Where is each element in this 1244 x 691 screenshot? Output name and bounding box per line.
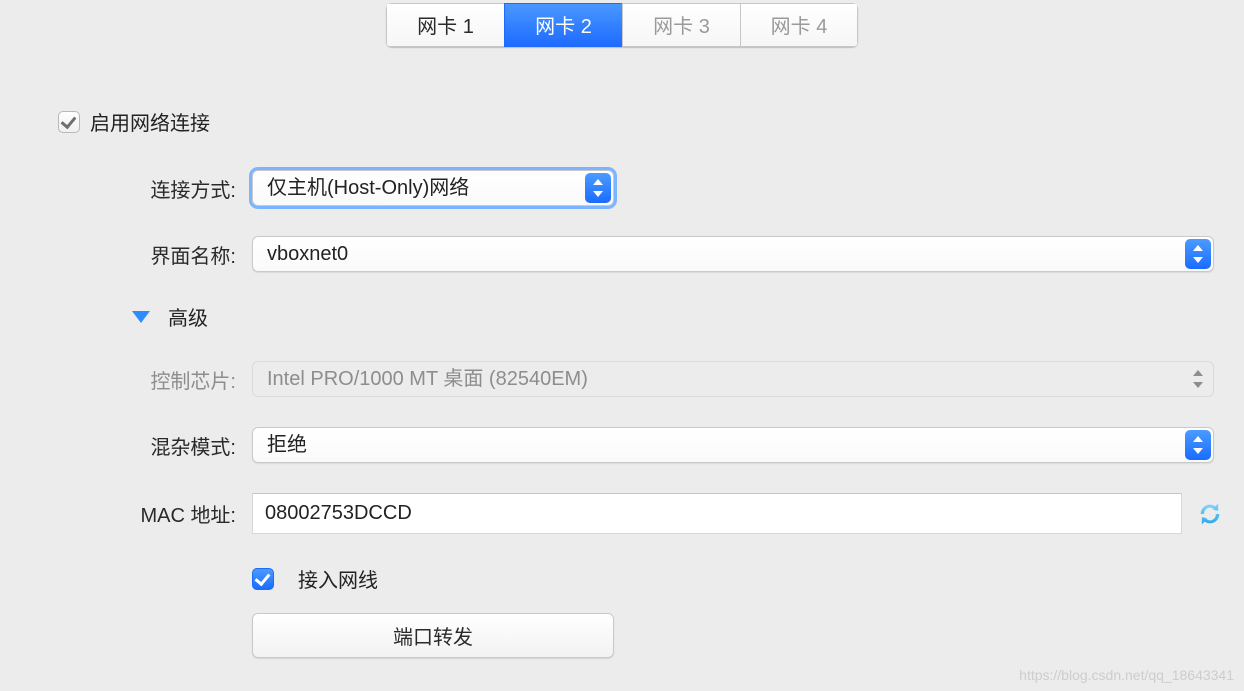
- cable-connected-checkbox[interactable]: [252, 568, 274, 590]
- tab-adapter-4[interactable]: 网卡 4: [740, 3, 858, 47]
- refresh-icon[interactable]: [1196, 500, 1224, 528]
- adapter-type-value: Intel PRO/1000 MT 桌面 (82540EM): [267, 368, 588, 390]
- adapter-type-label: 控制芯片:: [20, 365, 252, 394]
- chevron-updown-icon: [585, 173, 611, 203]
- adapter-tabbar: 网卡 1 网卡 2 网卡 3 网卡 4: [0, 0, 1244, 47]
- cable-connected-label: 接入网线: [298, 564, 378, 593]
- chevron-updown-icon: [1185, 364, 1211, 394]
- chevron-updown-icon: [1185, 430, 1211, 460]
- mac-address-input[interactable]: [252, 493, 1182, 534]
- promiscuous-value: 拒绝: [267, 434, 307, 456]
- port-forwarding-button[interactable]: 端口转发: [252, 613, 614, 658]
- attached-to-label: 连接方式:: [20, 174, 252, 203]
- interface-label: 界面名称:: [20, 240, 252, 269]
- adapter-type-select: Intel PRO/1000 MT 桌面 (82540EM): [252, 361, 1214, 397]
- port-forwarding-label: 端口转发: [393, 627, 473, 649]
- watermark: https://blog.csdn.net/qq_18643341: [1019, 667, 1234, 683]
- tab-adapter-1[interactable]: 网卡 1: [386, 3, 504, 47]
- mac-address-label: MAC 地址:: [20, 499, 252, 528]
- promiscuous-select[interactable]: 拒绝: [252, 427, 1214, 463]
- interface-select[interactable]: vboxnet0: [252, 236, 1214, 272]
- interface-value: vboxnet0: [267, 243, 348, 265]
- promiscuous-label: 混杂模式:: [20, 431, 252, 460]
- enable-network-label: 启用网络连接: [90, 107, 210, 136]
- tab-label: 网卡 4: [771, 16, 828, 38]
- chevron-updown-icon: [1185, 239, 1211, 269]
- chevron-down-icon: [132, 311, 150, 323]
- attached-to-select[interactable]: 仅主机(Host-Only)网络: [252, 170, 614, 206]
- attached-to-value: 仅主机(Host-Only)网络: [267, 177, 469, 199]
- network-settings-form: 启用网络连接 连接方式: 仅主机(Host-Only)网络 界面名称: vbox…: [0, 47, 1244, 658]
- tab-label: 网卡 2: [535, 16, 592, 38]
- tab-adapter-3[interactable]: 网卡 3: [622, 3, 740, 47]
- tab-label: 网卡 3: [653, 16, 710, 38]
- tab-label: 网卡 1: [417, 16, 474, 38]
- advanced-label: 高级: [168, 302, 208, 331]
- enable-network-checkbox[interactable]: [58, 111, 80, 133]
- tab-adapter-2[interactable]: 网卡 2: [504, 3, 622, 47]
- advanced-disclosure[interactable]: 高级: [132, 302, 208, 331]
